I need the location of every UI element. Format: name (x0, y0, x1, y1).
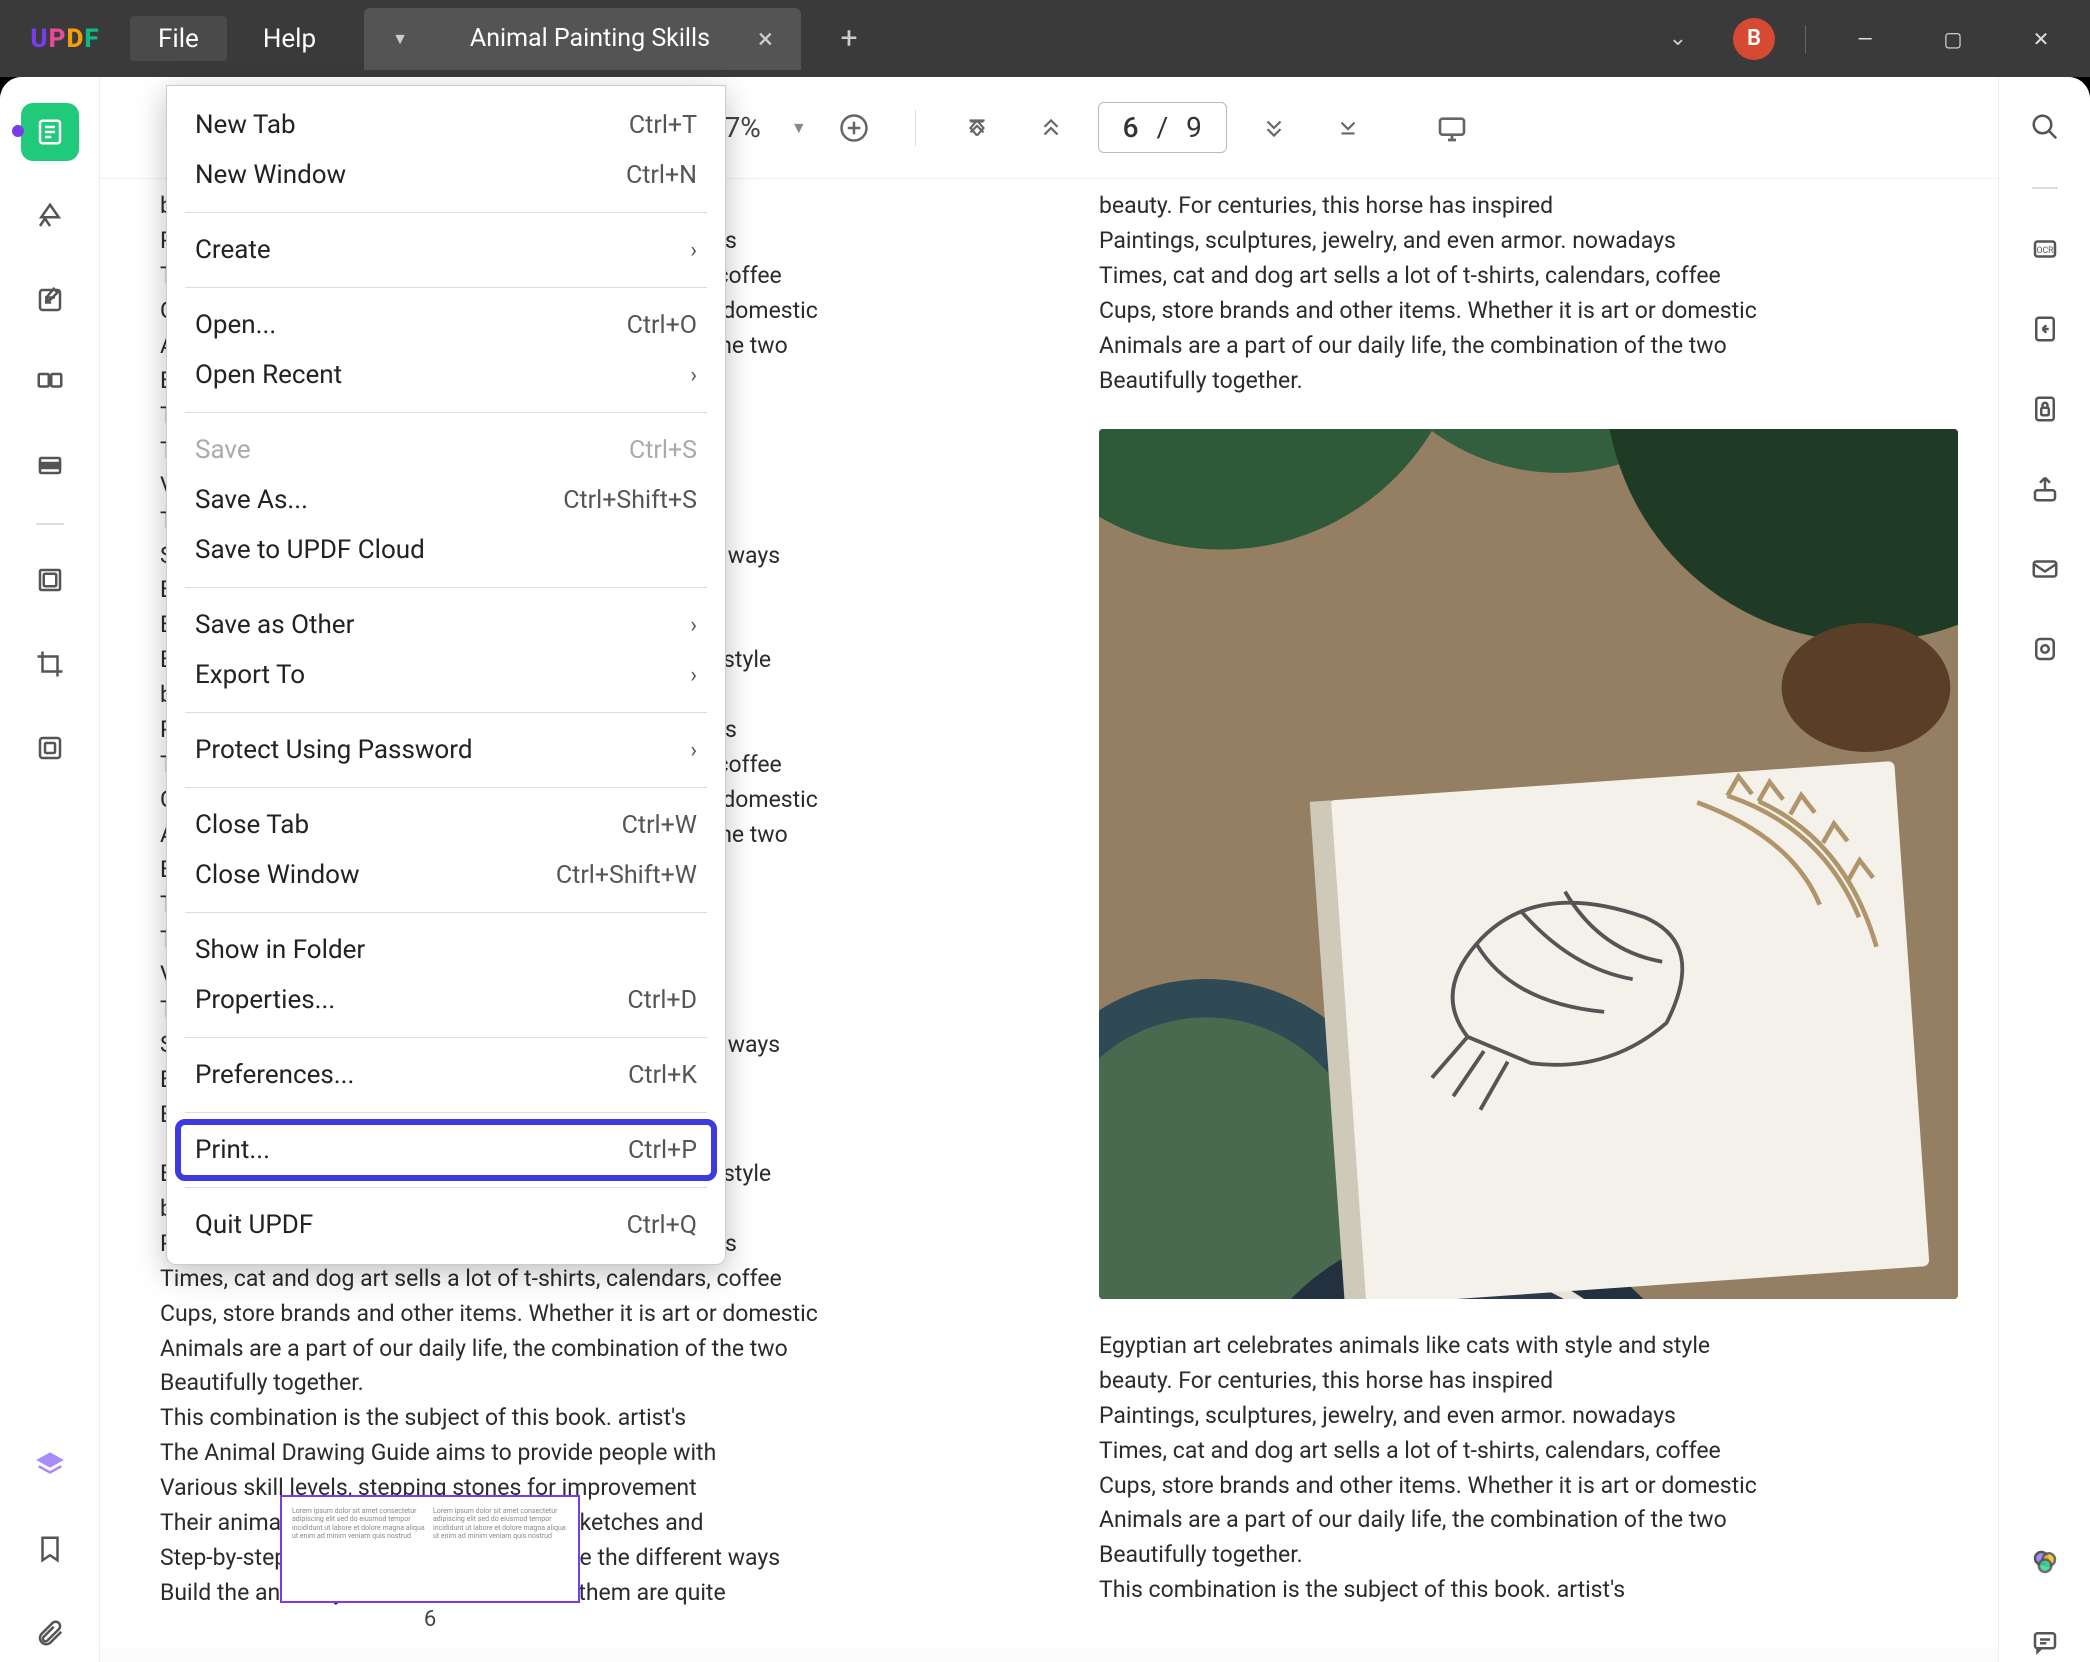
edit-pdf-button[interactable] (21, 271, 79, 329)
chevron-down-icon[interactable]: ⌄ (1653, 26, 1703, 51)
separator (1805, 25, 1806, 53)
separator (36, 523, 64, 525)
chevron-down-icon[interactable]: ▼ (392, 29, 408, 49)
minimize-button[interactable]: — (1836, 14, 1894, 64)
menu-export-to[interactable]: Export To› (181, 650, 711, 700)
menu-protect[interactable]: Protect Using Password› (181, 725, 711, 775)
protect-icon[interactable] (2020, 389, 2070, 429)
menu-new-tab[interactable]: New TabCtrl+T (181, 100, 711, 150)
page-separator: / (1157, 111, 1169, 144)
menu-preferences[interactable]: Preferences...Ctrl+K (181, 1050, 711, 1100)
separator (185, 1187, 707, 1188)
menu-close-window[interactable]: Close WindowCtrl+Shift+W (181, 850, 711, 900)
left-rail (0, 77, 100, 1662)
current-page: 6 (1123, 111, 1139, 144)
next-page-button[interactable] (1247, 101, 1301, 155)
attachment-icon[interactable] (21, 1604, 79, 1662)
menu-print[interactable]: Print...Ctrl+P (181, 1125, 711, 1175)
maximize-button[interactable]: ▢ (1924, 14, 1982, 64)
tab-title: Animal Painting Skills (470, 24, 710, 53)
menu-file[interactable]: File (130, 16, 227, 61)
separator (185, 287, 707, 288)
separator (185, 212, 707, 213)
chevron-down-icon[interactable]: ▼ (791, 118, 807, 138)
previous-page-button[interactable] (1024, 101, 1078, 155)
page-content-right: beauty. For centuries, this horse has in… (1059, 179, 1998, 1648)
compress-tool-button[interactable] (21, 719, 79, 777)
file-menu: New TabCtrl+T New WindowCtrl+N Create› O… (166, 85, 726, 1265)
chevron-right-icon: › (690, 363, 697, 388)
menu-open[interactable]: Open...Ctrl+O (181, 300, 711, 350)
comment-panel-icon[interactable] (2020, 1622, 2070, 1662)
menu-help[interactable]: Help (235, 16, 344, 61)
menu-save-cloud[interactable]: Save to UPDF Cloud (181, 525, 711, 575)
menu-create[interactable]: Create› (181, 225, 711, 275)
layers-icon[interactable] (21, 1436, 79, 1494)
save-cloud-icon[interactable] (2020, 629, 2070, 669)
right-rail: OCR (1998, 77, 2090, 1662)
menu-save-other[interactable]: Save as Other› (181, 600, 711, 650)
chevron-right-icon: › (690, 613, 697, 638)
total-pages: 9 (1186, 111, 1202, 144)
search-icon[interactable] (2020, 107, 2070, 147)
last-page-button[interactable] (1321, 101, 1375, 155)
comment-tool-button[interactable] (21, 187, 79, 245)
menu-properties[interactable]: Properties...Ctrl+D (181, 975, 711, 1025)
titlebar-right: ⌄ B — ▢ ✕ (1653, 14, 2090, 64)
thumbnail-page-number: 6 (424, 1607, 436, 1632)
first-page-button[interactable] (950, 101, 1004, 155)
chevron-right-icon: › (690, 238, 697, 263)
separator (2032, 187, 2058, 189)
separator (185, 1037, 707, 1038)
email-icon[interactable] (2020, 549, 2070, 589)
separator (185, 912, 707, 913)
close-icon[interactable]: × (758, 22, 773, 55)
document-image (1099, 429, 1958, 1299)
convert-icon[interactable] (2020, 309, 2070, 349)
menu-open-recent[interactable]: Open Recent› (181, 350, 711, 400)
svg-text:OCR: OCR (2036, 246, 2054, 256)
menu-show-folder[interactable]: Show in Folder (181, 925, 711, 975)
separator (185, 587, 707, 588)
user-avatar[interactable]: B (1733, 18, 1775, 60)
indicator-dot (12, 125, 24, 137)
crop-tool-button[interactable] (21, 635, 79, 693)
menu-quit[interactable]: Quit UPDFCtrl+Q (181, 1200, 711, 1250)
menu-close-tab[interactable]: Close TabCtrl+W (181, 800, 711, 850)
new-tab-button[interactable]: + (819, 21, 879, 56)
menu-save-as[interactable]: Save As...Ctrl+Shift+S (181, 475, 711, 525)
titlebar: UPDF File Help ▼ Animal Painting Skills … (0, 0, 2090, 77)
separator (185, 712, 707, 713)
bookmark-icon[interactable] (21, 1520, 79, 1578)
separator (185, 787, 707, 788)
ai-assist-icon[interactable] (2020, 1542, 2070, 1582)
close-window-button[interactable]: ✕ (2012, 14, 2070, 64)
app-logo: UPDF (0, 24, 130, 54)
menu-new-window[interactable]: New WindowCtrl+N (181, 150, 711, 200)
ocr-icon[interactable]: OCR (2020, 229, 2070, 269)
menu-save: SaveCtrl+S (181, 425, 711, 475)
reader-mode-button[interactable] (21, 103, 79, 161)
share-icon[interactable] (2020, 469, 2070, 509)
separator (185, 1112, 707, 1113)
organize-pages-button[interactable] (21, 355, 79, 413)
zoom-in-button[interactable] (827, 101, 881, 155)
chevron-right-icon: › (690, 738, 697, 763)
separator (185, 412, 707, 413)
separator (915, 110, 916, 146)
ocr-tool-button[interactable] (21, 551, 79, 609)
chevron-right-icon: › (690, 663, 697, 688)
page-thumbnail[interactable]: Lorem ipsum dolor sit amet consectetur a… (280, 1495, 580, 1632)
page-input[interactable]: 6 / 9 (1098, 102, 1227, 153)
redact-tool-button[interactable] (21, 439, 79, 497)
presentation-button[interactable] (1425, 101, 1479, 155)
document-tab[interactable]: ▼ Animal Painting Skills × (364, 8, 801, 70)
